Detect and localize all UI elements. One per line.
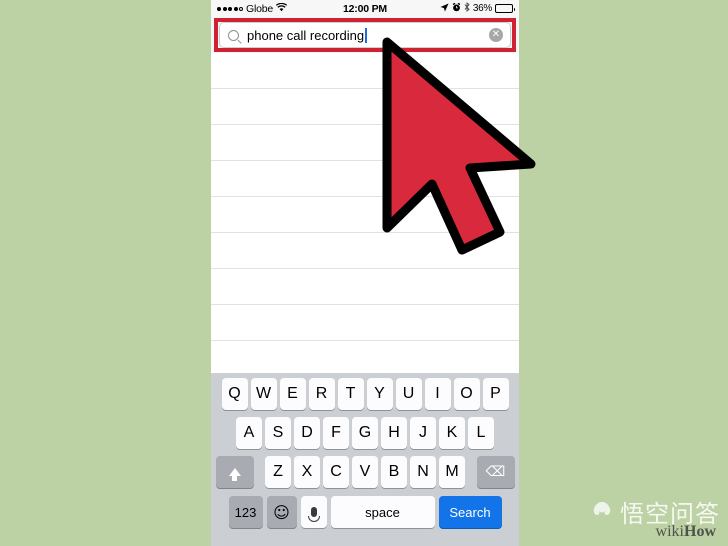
key-o[interactable]: O [453, 378, 480, 410]
search-results-list[interactable] [211, 53, 519, 377]
key-f[interactable]: F [323, 417, 349, 449]
watermark: 悟空问答 wikiHow [589, 500, 720, 540]
list-item[interactable] [211, 125, 519, 161]
key-v[interactable]: V [352, 456, 378, 488]
wifi-icon [275, 2, 288, 15]
key-p[interactable]: P [482, 378, 509, 410]
shift-key[interactable] [215, 456, 254, 488]
numbers-key[interactable]: 123 [228, 496, 263, 528]
key-z[interactable]: Z [265, 456, 291, 488]
key-a[interactable]: A [236, 417, 262, 449]
list-item[interactable] [211, 197, 519, 233]
key-c[interactable]: C [323, 456, 349, 488]
list-item[interactable] [211, 161, 519, 197]
status-bar: Globe 12:00 PM 36% [211, 0, 519, 17]
key-t[interactable]: T [337, 378, 364, 410]
key-d[interactable]: D [294, 417, 320, 449]
key-s[interactable]: S [265, 417, 291, 449]
list-item[interactable] [211, 341, 519, 377]
signal-strength-icon [217, 6, 243, 11]
key-k[interactable]: K [439, 417, 465, 449]
list-item[interactable] [211, 269, 519, 305]
list-item[interactable] [211, 233, 519, 269]
key-b[interactable]: B [381, 456, 407, 488]
microphone-key[interactable] [300, 496, 327, 528]
key-g[interactable]: G [352, 417, 378, 449]
key-m[interactable]: M [439, 456, 465, 488]
key-e[interactable]: E [279, 378, 306, 410]
phone-screen: Globe 12:00 PM 36% phone call recording … [211, 0, 519, 546]
watermark-wiki: wiki [655, 523, 684, 540]
watermark-wikihow-text: wikiHow [656, 524, 716, 540]
key-i[interactable]: I [424, 378, 451, 410]
key-r[interactable]: R [308, 378, 335, 410]
watermark-chinese-text: 悟空问答 [620, 499, 720, 528]
list-item[interactable] [211, 305, 519, 341]
status-bar-left: Globe [217, 2, 343, 15]
key-h[interactable]: H [381, 417, 407, 449]
battery-icon [495, 4, 515, 13]
key-y[interactable]: Y [366, 378, 393, 410]
key-j[interactable]: J [410, 417, 436, 449]
watermark-how: How [684, 523, 716, 540]
keyboard-row-2: A S D F G H J K L [211, 417, 519, 449]
key-l[interactable]: L [468, 417, 494, 449]
battery-percent-label: 36% [472, 3, 492, 14]
shift-arrow-icon [228, 468, 241, 481]
keyboard-row-3: Z X C V B N M ⌫ [211, 456, 519, 488]
alarm-clock-icon [452, 2, 461, 15]
bluetooth-icon [464, 2, 470, 15]
onscreen-keyboard[interactable]: Q W E R T Y U I O P A S D F G H J K L Z [211, 373, 519, 546]
carrier-label: Globe [246, 2, 274, 15]
list-item[interactable] [211, 53, 519, 89]
space-key[interactable]: space [330, 496, 435, 528]
key-u[interactable]: U [395, 378, 422, 410]
backspace-key[interactable]: ⌫ [476, 456, 515, 488]
search-key[interactable]: Search [438, 496, 502, 528]
wukong-logo-icon [589, 500, 615, 527]
emoji-icon[interactable]: ☺ [266, 496, 297, 528]
key-w[interactable]: W [250, 378, 277, 410]
microphone-icon [307, 507, 320, 522]
keyboard-row-4: 123 ☺ space Search [211, 495, 519, 528]
key-x[interactable]: X [294, 456, 320, 488]
status-bar-right: 36% [387, 2, 515, 15]
key-q[interactable]: Q [221, 378, 248, 410]
location-arrow-icon [440, 2, 449, 15]
search-bar-highlight-box [214, 18, 516, 52]
key-n[interactable]: N [410, 456, 436, 488]
list-item[interactable] [211, 89, 519, 125]
keyboard-row-1: Q W E R T Y U I O P [211, 378, 519, 410]
status-bar-time: 12:00 PM [343, 2, 387, 15]
